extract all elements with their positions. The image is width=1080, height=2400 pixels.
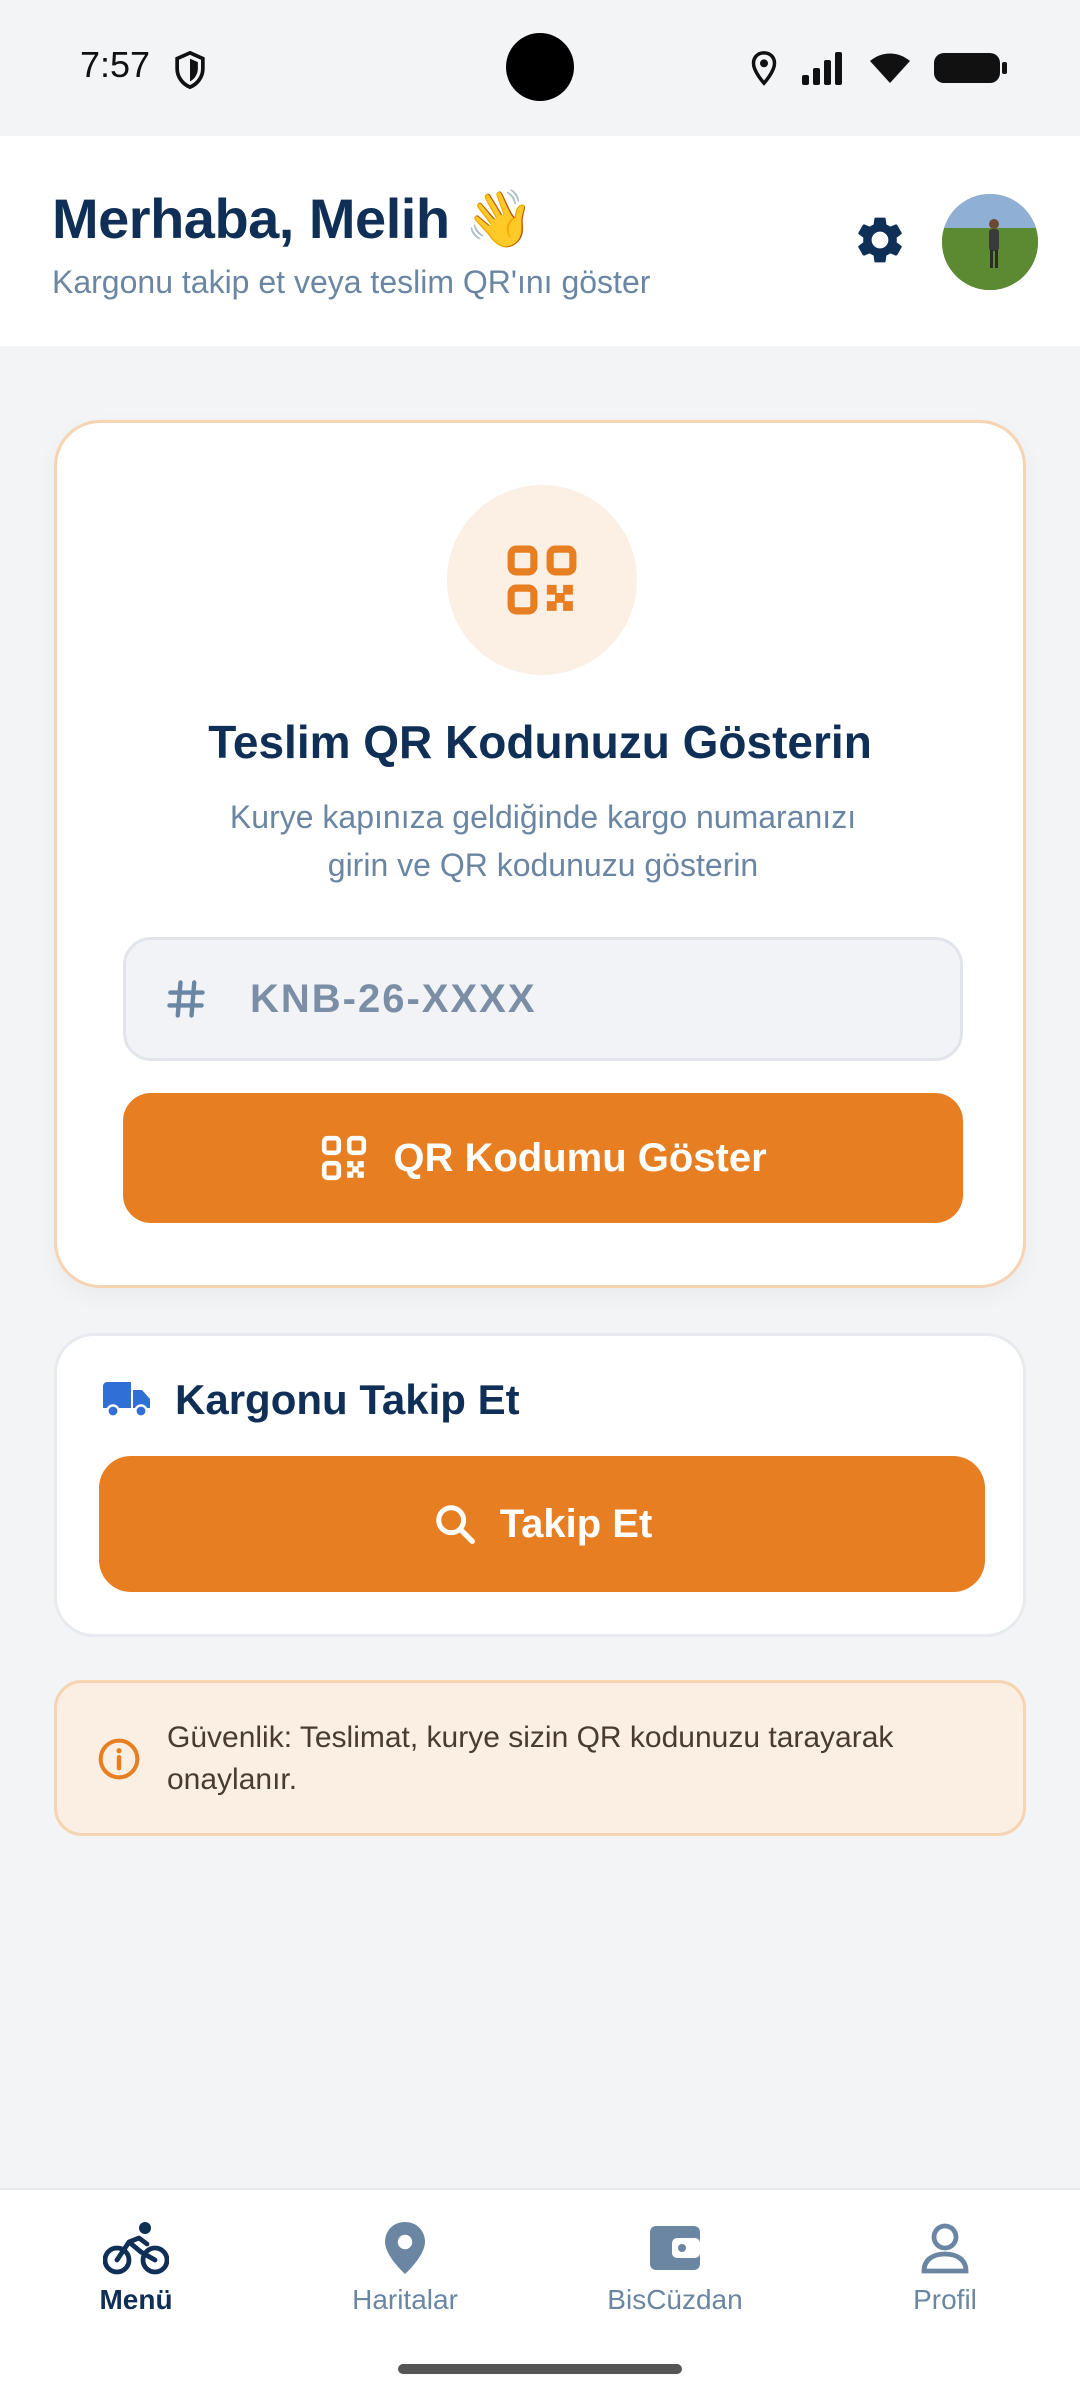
track-button-label: Takip Et [499,1501,653,1546]
bicycle-icon [103,2218,169,2278]
signal-icon [802,52,842,85]
wallet-icon [642,2218,708,2278]
wifi-icon [870,53,910,83]
home-indicator[interactable] [398,2364,682,2374]
track-cargo-card: Kargonu Takip Et Takip Et [54,1333,1026,1637]
battery-icon [934,53,1007,83]
qr-icon-badge [447,485,637,675]
security-note: Güvenlik: Teslimat, kurye sizin QR kodun… [54,1680,1026,1836]
track-button[interactable]: Takip Et [99,1456,985,1592]
profile-avatar[interactable] [942,194,1038,290]
map-pin-icon [372,2218,438,2278]
show-qr-button[interactable]: QR Kodumu Göster [123,1093,963,1223]
truck-icon [103,1382,150,1418]
camera-cutout [506,33,574,101]
qr-code-icon [322,1135,367,1181]
nav-label-wallet: BisCüzdan [607,2284,743,2315]
qr-card-title: Teslim QR Kodunuzu Gösterin [208,716,872,768]
greeting-title: Merhaba, Melih 👋 [52,187,534,250]
app-header: Merhaba, Melih 👋 Kargonu takip et veya t… [0,136,1080,346]
security-note-text: Güvenlik: Teslimat, kurye sizin QR kodun… [167,1721,894,1796]
track-card-header: Kargonu Takip Et [101,1376,520,1424]
nav-label-menu: Menü [99,2284,173,2315]
qr-delivery-card: Teslim QR Kodunuzu Gösterin Kurye kapını… [54,420,1026,1288]
gear-icon [858,217,902,263]
nav-label-maps: Haritalar [352,2284,458,2315]
nav-label-profile: Profil [913,2284,977,2315]
show-qr-button-label: QR Kodumu Göster [393,1135,767,1180]
search-icon [435,1505,475,1544]
status-bar: 7:57 [0,0,1080,136]
person-icon [912,2218,978,2278]
nav-item-maps[interactable]: Haritalar [295,2218,515,2328]
cargo-number-input[interactable] [250,976,890,1022]
nav-item-menu[interactable]: Menü [26,2218,246,2328]
shield-icon [175,50,205,90]
status-time: 7:57 [80,44,151,85]
settings-button[interactable] [848,208,912,272]
location-icon [751,51,777,86]
status-icons [750,48,1008,88]
hash-icon [162,975,210,1023]
qr-code-icon [507,545,577,615]
cargo-number-field[interactable] [123,937,963,1061]
nav-item-profile[interactable]: Profil [835,2218,1055,2328]
info-icon [98,1738,140,1780]
avatar-photo [942,194,1038,290]
qr-card-description: Kurye kapınıza geldiğinde kargo numaranı… [229,799,857,883]
nav-item-wallet[interactable]: BisCüzdan [565,2218,785,2328]
track-card-title: Kargonu Takip Et [175,1376,520,1423]
greeting-subtitle: Kargonu takip et veya teslim QR'ını göst… [52,264,651,300]
